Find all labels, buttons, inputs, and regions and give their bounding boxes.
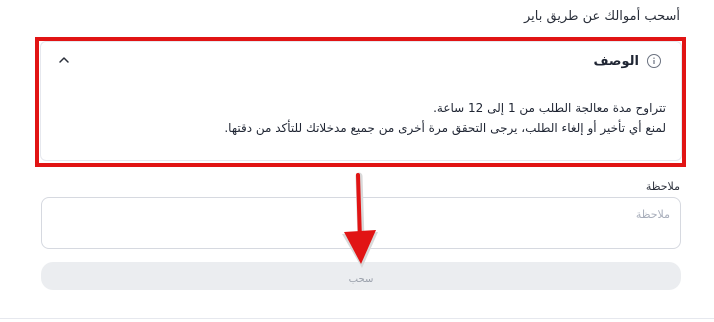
note-label: ملاحظة bbox=[645, 180, 680, 193]
description-header[interactable]: الوصف bbox=[41, 52, 681, 76]
description-title: الوصف bbox=[593, 54, 639, 69]
page-heading: أسحب أموالك عن طريق باير bbox=[523, 9, 680, 24]
description-line: تتراوح مدة معالجة الطلب من 1 إلى 12 ساعة… bbox=[433, 101, 666, 115]
chevron-up-icon[interactable] bbox=[57, 52, 71, 66]
note-input[interactable] bbox=[41, 197, 681, 249]
info-circle-icon bbox=[647, 54, 661, 68]
description-body: تتراوح مدة معالجة الطلب من 1 إلى 12 ساعة… bbox=[224, 98, 666, 138]
divider bbox=[0, 318, 714, 319]
description-card: الوصف تتراوح مدة معالجة الطلب من 1 إلى 1… bbox=[40, 41, 682, 161]
description-line: لمنع أي تأخير أو إلغاء الطلب، يرجى التحق… bbox=[224, 121, 666, 135]
withdraw-button[interactable]: سحب bbox=[41, 262, 681, 290]
